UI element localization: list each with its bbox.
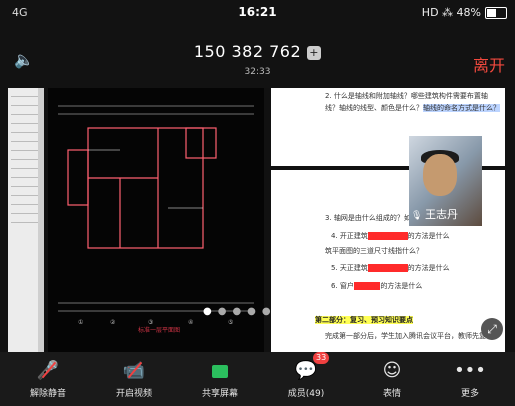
mic-muted-icon: 🎤 — [5, 356, 91, 386]
fullscreen-icon[interactable]: ⤢ — [481, 318, 503, 340]
doc-line: 6. 窗户■■■■的方法是什么 — [331, 282, 423, 290]
page-indicator[interactable]: ●●●●● — [203, 306, 277, 317]
unmute-label: 解除静音 — [29, 389, 66, 399]
doc-line: 5. 天正建筑■■■■■■的方法是什么 — [331, 264, 450, 272]
more-label: 更多 — [460, 389, 479, 399]
reactions-label: 表情 — [382, 389, 401, 399]
reactions-button[interactable]: ☺ 表情 — [349, 356, 435, 399]
meeting-header: 🔈 150 382 762 + 32:33 离开 — [0, 26, 515, 84]
members-label: 成员(49) — [287, 389, 325, 399]
emoji-icon: ☺ — [382, 360, 402, 381]
members-button[interactable]: 💬 33 成员(49) — [263, 352, 349, 399]
participant-video[interactable]: 🎙 王志丹 — [409, 136, 482, 226]
video-button[interactable]: 📹 开启视频 — [91, 356, 177, 399]
more-icon: ••• — [454, 360, 486, 381]
cad-toolbar — [8, 88, 44, 354]
status-right: HD ⁂ 48% — [421, 6, 481, 19]
svg-text:②: ② — [110, 319, 116, 326]
share-screen-icon — [177, 356, 263, 386]
members-icon: 💬 33 — [263, 352, 349, 386]
participant-face — [423, 154, 457, 196]
mic-icon: 🎙 — [411, 211, 423, 221]
leave-button[interactable]: 离开 — [473, 52, 505, 76]
svg-text:⑤: ⑤ — [228, 319, 233, 326]
video-off-icon: 📹 — [91, 356, 177, 386]
share-label: 共享屏幕 — [201, 389, 238, 399]
doc-line: 4. 开正建筑■■■■■■的方法是什么 — [331, 232, 450, 240]
unmute-button[interactable]: 🎤 解除静音 — [5, 356, 91, 399]
video-label: 开启视频 — [115, 389, 152, 399]
battery-icon — [485, 7, 507, 19]
members-badge: 33 — [313, 352, 330, 364]
doc-line: 线？轴线的线型、颜色是什么？轴线的命名方式是什么？ — [325, 104, 500, 112]
participant-name: 王志丹 — [425, 208, 458, 221]
doc-line: 完成第一部分后，学生加入腾讯会议平台，教师先复习 — [325, 332, 493, 340]
share-screen-button[interactable]: 共享屏幕 — [177, 356, 263, 399]
status-bar: 4G 16:21 HD ⁂ 48% — [0, 0, 515, 24]
shield-icon: + — [307, 45, 322, 60]
meeting-duration: 32:33 — [244, 67, 271, 77]
svg-text:①: ① — [78, 319, 83, 326]
meeting-toolbar: 🎤 解除静音 📹 开启视频 共享屏幕 💬33 成员(49) ☺ 表情 ••• 更… — [0, 352, 515, 406]
doc-line: 第二部分：复习、预习知识要点 — [315, 316, 413, 324]
meeting-id[interactable]: 150 382 762 + — [0, 42, 515, 61]
doc-line: 2. 什么是轴线和附加轴线？哪些建筑构件需要布置轴 — [325, 92, 488, 100]
cad-caption: 标准一层平面图 — [138, 327, 181, 334]
more-button[interactable]: ••• 更多 — [427, 356, 513, 399]
svg-text:④: ④ — [188, 319, 193, 326]
doc-line: 筑平面图的三道尺寸线指什么？ — [325, 247, 423, 255]
